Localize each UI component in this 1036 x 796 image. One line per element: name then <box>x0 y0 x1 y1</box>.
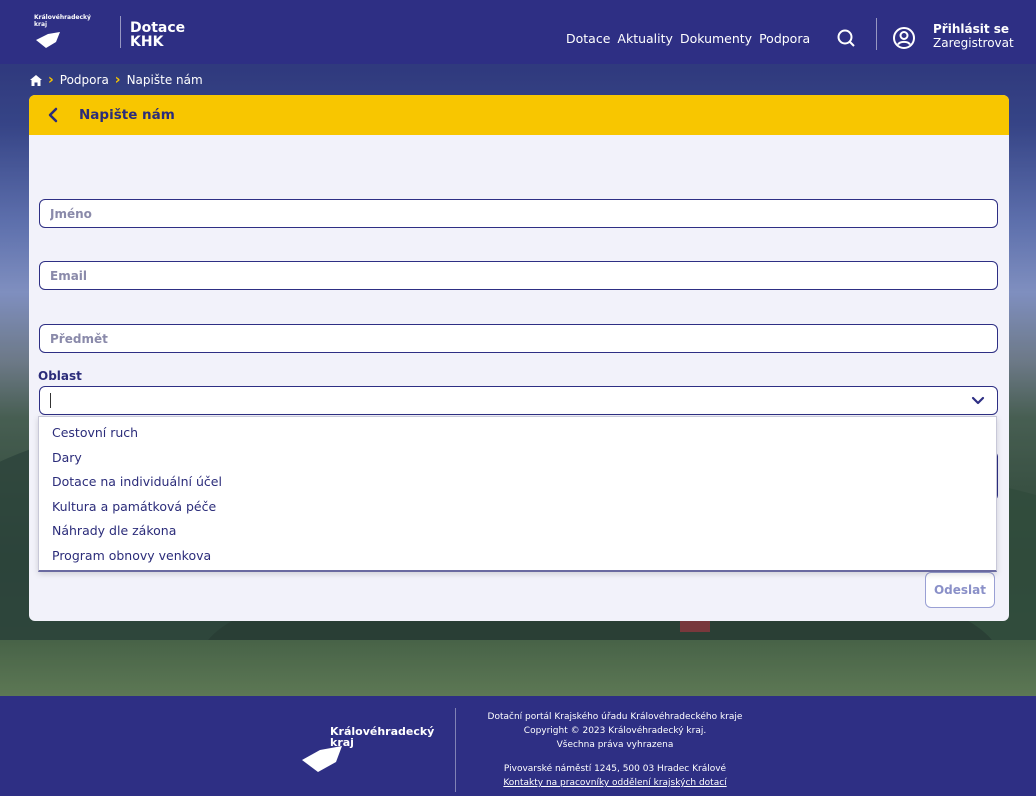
oblast-dropdown-list: Cestovní ruch Dary Dotace na individuáln… <box>38 416 997 572</box>
oblast-label: Oblast <box>38 369 82 383</box>
page-title: Napište nám <box>79 107 175 123</box>
footer-line2: Copyright © 2023 Královéhradecký kraj. <box>523 726 707 736</box>
breadcrumb-item-podpora[interactable]: Podpora <box>60 73 109 87</box>
dropdown-option[interactable]: Náhrady dle zákona <box>39 519 996 544</box>
dropdown-option[interactable]: Kultura a památková péče <box>39 495 996 520</box>
dropdown-option[interactable]: Dary <box>39 446 996 471</box>
dropdown-option[interactable]: Cestovní ruch <box>39 421 996 446</box>
dropdown-option[interactable]: Dotace na individuální účel <box>39 470 996 495</box>
logo-mark-icon <box>302 746 342 772</box>
logo-text-line2: kraj <box>34 21 48 28</box>
register-link[interactable]: Zaregistrovat <box>933 36 1014 50</box>
email-input[interactable] <box>40 262 997 289</box>
logo-mark-icon <box>36 32 60 48</box>
brand-line1: Dotace <box>130 20 186 36</box>
dropdown-option[interactable]: Program obnovy venkova <box>39 544 996 569</box>
logo-text-line1: Královéhradecký <box>34 14 91 21</box>
footer-contacts-link[interactable]: Kontakty na pracovníky oddělení krajskýc… <box>470 776 760 790</box>
breadcrumb-separator-icon: › <box>48 72 54 88</box>
nav-item-dokumenty[interactable]: Dokumenty <box>680 31 752 46</box>
breadcrumb: › Podpora › Napište nám <box>30 72 203 88</box>
footer-line3: Všechna práva vyhrazena <box>556 740 674 750</box>
email-field <box>39 261 998 290</box>
search-icon[interactable] <box>836 28 856 48</box>
name-input[interactable] <box>40 200 997 227</box>
breadcrumb-item-current: Napište nám <box>126 73 203 87</box>
nav-item-podpora[interactable]: Podpora <box>759 31 810 46</box>
submit-button[interactable]: Odeslat <box>925 572 995 608</box>
card-header: Napište nám <box>29 95 1009 135</box>
header-divider-2 <box>876 18 877 50</box>
top-header: Královéhradecký kraj Dotace KHK Dotace A… <box>0 0 1036 64</box>
subject-input[interactable] <box>40 325 997 352</box>
nav-item-dotace[interactable]: Dotace <box>566 31 610 46</box>
breadcrumb-separator-icon: › <box>114 72 121 88</box>
header-divider <box>120 16 121 48</box>
nav-item-aktuality[interactable]: Aktuality <box>617 31 673 46</box>
login-block: Přihlásit se Zaregistrovat <box>933 22 1014 50</box>
kraj-logo[interactable]: Královéhradecký kraj <box>34 14 114 54</box>
home-icon[interactable] <box>30 74 42 86</box>
login-link[interactable]: Přihlásit se <box>933 22 1014 36</box>
text-caret <box>50 393 51 408</box>
main-nav: Dotace Aktuality Dokumenty Podpora <box>566 31 810 46</box>
footer-logo[interactable]: Královéhradecký kraj <box>300 726 434 776</box>
brand-title[interactable]: Dotace KHK <box>130 21 185 49</box>
chevron-left-icon[interactable] <box>45 106 63 124</box>
name-field <box>39 199 998 228</box>
brand-line2: KHK <box>130 34 164 50</box>
user-icon[interactable] <box>892 26 916 50</box>
footer-divider <box>455 708 456 792</box>
chevron-down-icon[interactable] <box>971 395 985 407</box>
oblast-select[interactable] <box>39 386 998 415</box>
footer-line1: Dotační portál Krajského úřadu Královéhr… <box>487 712 743 722</box>
subject-field <box>39 324 998 353</box>
footer: Královéhradecký kraj Dotační portál Kraj… <box>0 696 1036 796</box>
footer-address: Pivovarské náměstí 1245, 500 03 Hradec K… <box>503 764 727 774</box>
footer-info: Dotační portál Krajského úřadu Královéhr… <box>470 710 760 790</box>
